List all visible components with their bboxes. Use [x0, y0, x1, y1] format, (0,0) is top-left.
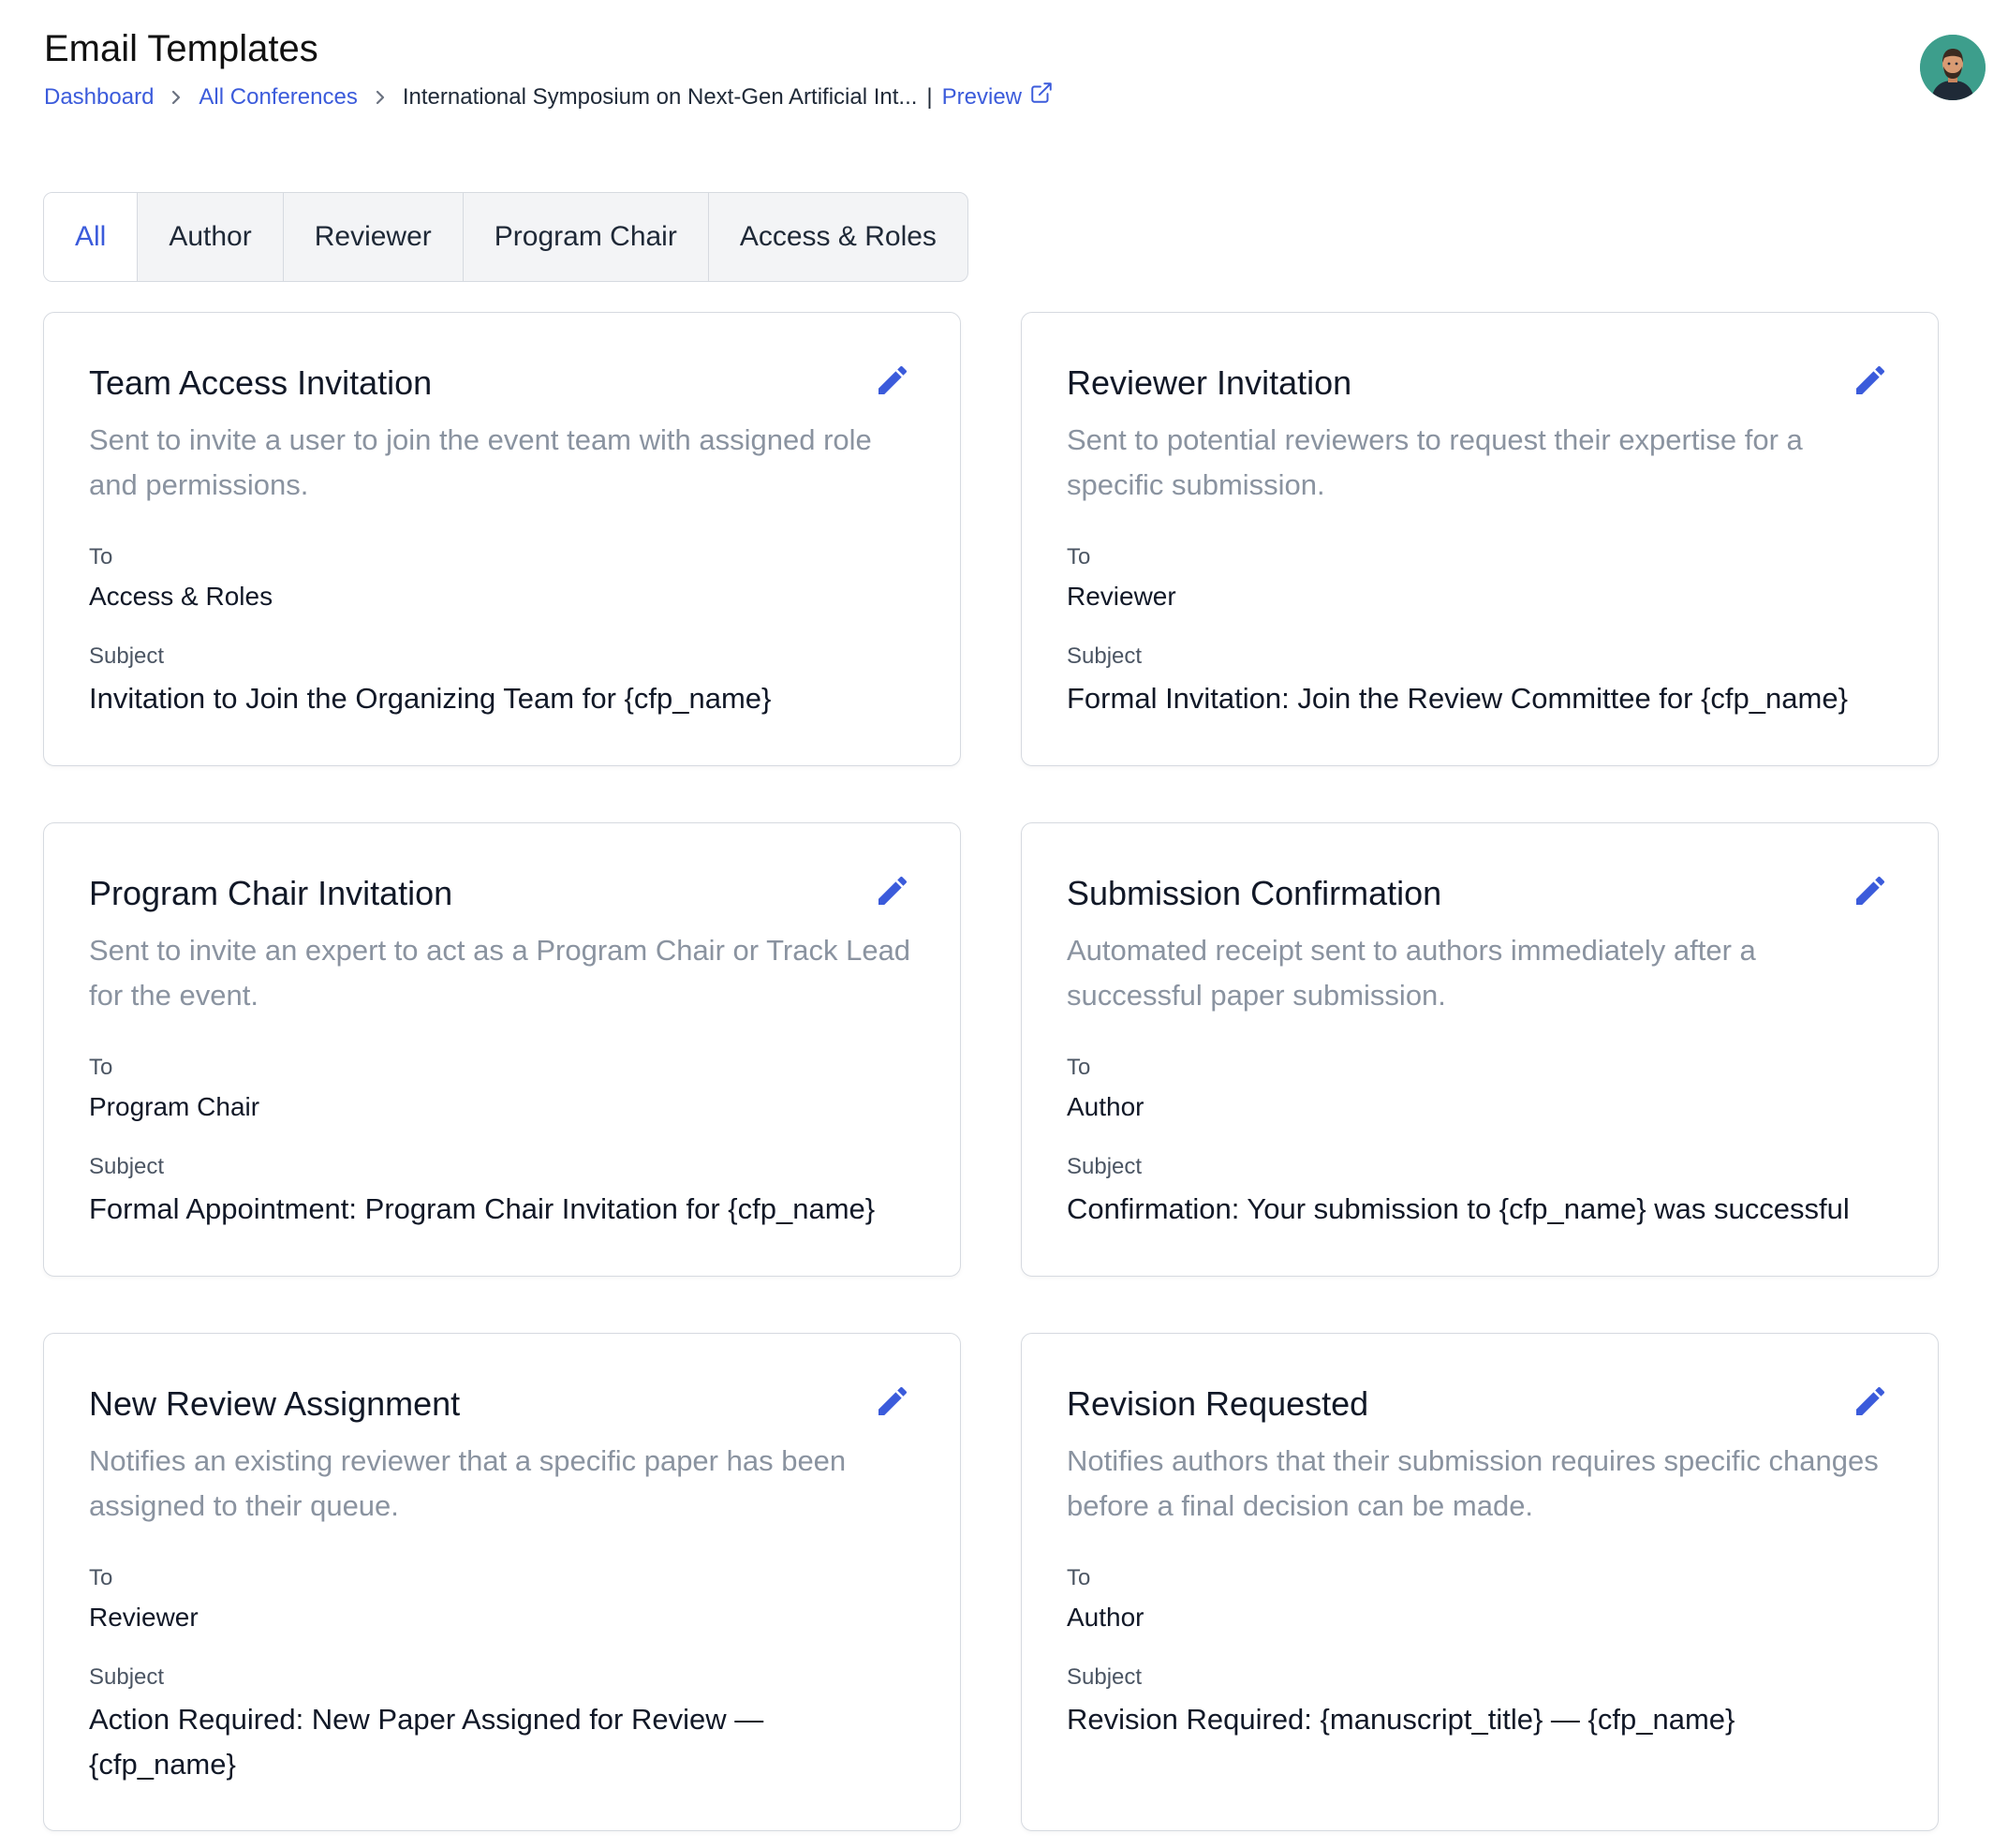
to-value: Access & Roles	[89, 582, 273, 611]
user-avatar[interactable]	[1920, 35, 1986, 100]
pencil-icon[interactable]	[874, 1382, 911, 1420]
template-card-submission-confirmation[interactable]: Submission Confirmation Automated receip…	[1021, 822, 1939, 1277]
to-value: Author	[1067, 1603, 1144, 1632]
tab-all[interactable]: All	[44, 193, 139, 281]
page-title: Email Templates	[44, 28, 318, 69]
to-value: Reviewer	[89, 1603, 199, 1632]
card-title: Team Access Invitation	[89, 363, 433, 402]
to-value: Author	[1067, 1092, 1144, 1121]
tab-program-chair[interactable]: Program Chair	[464, 193, 709, 281]
to-label: To	[1067, 544, 1091, 569]
subject-value: Action Required: New Paper Assigned for …	[89, 1703, 764, 1781]
avatar-illustration	[1920, 35, 1986, 100]
card-description: Sent to potential reviewers to request t…	[1067, 423, 1803, 501]
to-label: To	[89, 1565, 113, 1590]
pencil-icon[interactable]	[1852, 362, 1889, 399]
to-label: To	[89, 544, 113, 569]
card-description: Notifies an existing reviewer that a spe…	[89, 1444, 847, 1522]
template-card-team-access-invitation[interactable]: Team Access Invitation Sent to invite a …	[43, 312, 961, 766]
subject-label: Subject	[1067, 1664, 1143, 1690]
template-card-program-chair-invitation[interactable]: Program Chair Invitation Sent to invite …	[43, 822, 961, 1277]
card-title: Program Chair Invitation	[89, 874, 453, 912]
pencil-icon[interactable]	[874, 362, 911, 399]
external-link-icon	[1029, 81, 1054, 114]
chevron-right-icon	[170, 89, 182, 106]
card-description: Notifies authors that their submission r…	[1067, 1444, 1879, 1522]
to-value: Reviewer	[1067, 582, 1176, 611]
breadcrumb-current-conference: International Symposium on Next-Gen Arti…	[402, 84, 918, 110]
pencil-icon[interactable]	[1852, 872, 1889, 909]
template-filter-tabs: All Author Reviewer Program Chair Access…	[43, 192, 968, 282]
card-title: New Review Assignment	[89, 1384, 461, 1423]
card-title: Reviewer Invitation	[1067, 363, 1352, 402]
to-label: To	[1067, 1565, 1091, 1590]
template-card-new-review-assignment[interactable]: New Review Assignment Notifies an existi…	[43, 1333, 961, 1831]
template-card-reviewer-invitation[interactable]: Reviewer Invitation Sent to potential re…	[1021, 312, 1939, 766]
subject-value: Formal Appointment: Program Chair Invita…	[89, 1192, 876, 1225]
card-title: Revision Requested	[1067, 1384, 1369, 1423]
template-card-revision-requested[interactable]: Revision Requested Notifies authors that…	[1021, 1333, 1939, 1831]
subject-value: Confirmation: Your submission to {cfp_na…	[1067, 1192, 1850, 1225]
page-header: Email Templates Dashboard All Conference…	[44, 21, 2008, 114]
breadcrumb-all-conferences[interactable]: All Conferences	[199, 81, 357, 113]
subject-value: Formal Invitation: Join the Review Commi…	[1067, 682, 1848, 715]
subject-value: Revision Required: {manuscript_title} — …	[1067, 1703, 1735, 1736]
preview-link[interactable]: Preview	[942, 81, 1054, 114]
breadcrumb-dashboard[interactable]: Dashboard	[44, 81, 154, 113]
tab-author[interactable]: Author	[138, 193, 284, 281]
card-description: Sent to invite an expert to act as a Pro…	[89, 934, 911, 1012]
subject-label: Subject	[89, 1664, 165, 1690]
subject-value: Invitation to Join the Organizing Team f…	[89, 682, 772, 715]
breadcrumb: Dashboard All Conferences International …	[44, 81, 2008, 114]
subject-label: Subject	[1067, 1154, 1143, 1179]
pencil-icon[interactable]	[1852, 1382, 1889, 1420]
card-description: Sent to invite a user to join the event …	[89, 423, 872, 501]
subject-label: Subject	[89, 643, 165, 669]
subject-label: Subject	[1067, 643, 1143, 669]
to-label: To	[89, 1055, 113, 1080]
to-value: Program Chair	[89, 1092, 260, 1121]
card-description: Automated receipt sent to authors immedi…	[1067, 934, 1756, 1012]
chevron-right-icon	[375, 89, 386, 106]
breadcrumb-divider: |	[926, 84, 933, 110]
tab-reviewer[interactable]: Reviewer	[284, 193, 464, 281]
tab-access-roles[interactable]: Access & Roles	[709, 193, 967, 281]
to-label: To	[1067, 1055, 1091, 1080]
card-title: Submission Confirmation	[1067, 874, 1442, 912]
pencil-icon[interactable]	[874, 872, 911, 909]
preview-label: Preview	[941, 84, 1023, 110]
subject-label: Subject	[89, 1154, 165, 1179]
